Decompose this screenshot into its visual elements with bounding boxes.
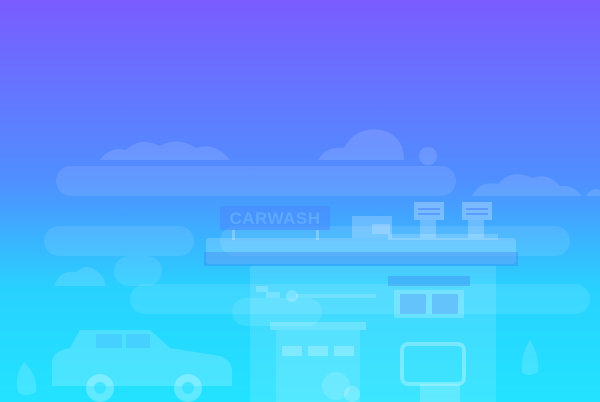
carwash-illustration: CARWASH	[0, 0, 600, 402]
scene-svg: CARWASH	[0, 0, 600, 402]
carwash-sign-text: CARWASH	[229, 209, 320, 228]
